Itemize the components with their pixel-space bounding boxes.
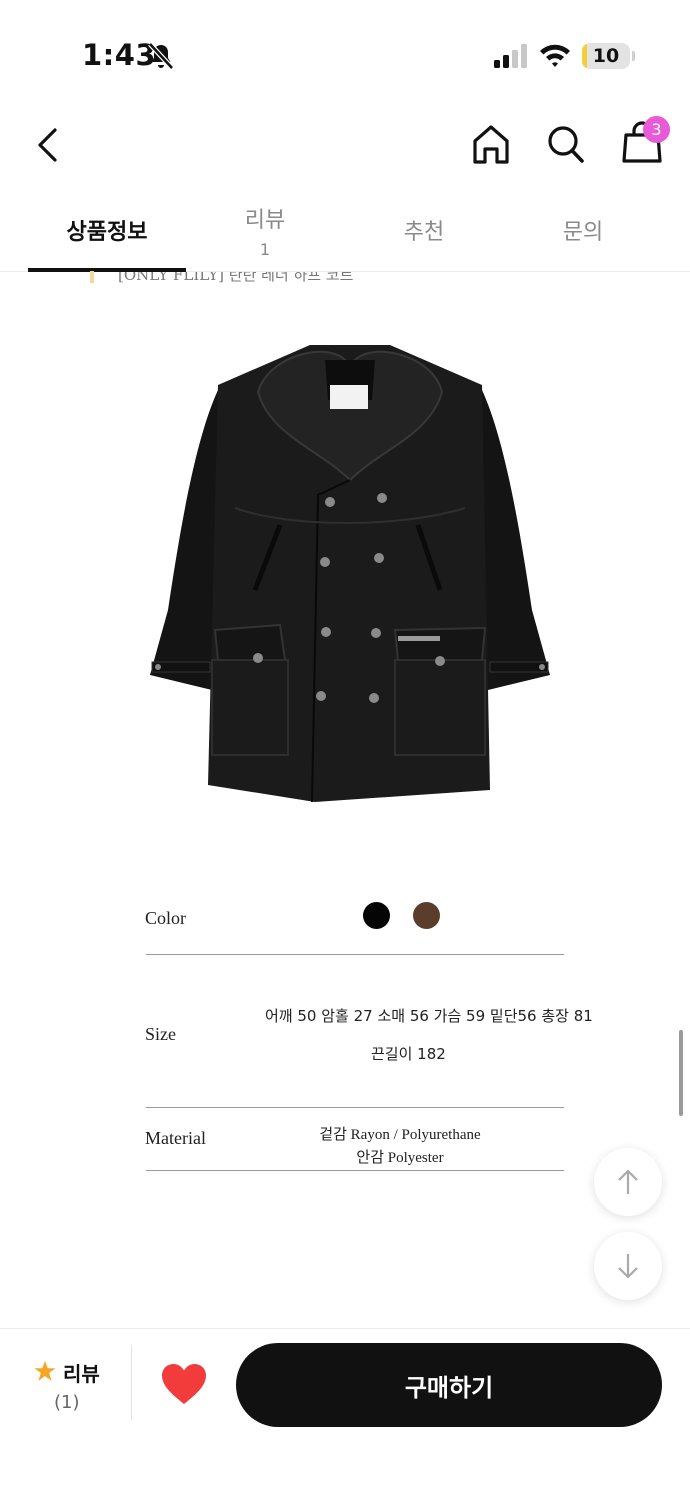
scrollbar[interactable] bbox=[679, 1030, 683, 1116]
tab-label: 상품정보 bbox=[66, 220, 148, 245]
top-navigation bbox=[0, 100, 690, 190]
material-label: Material bbox=[145, 1128, 206, 1148]
review-summary-button[interactable]: 리뷰 (1) bbox=[28, 1356, 108, 1426]
review-label: 리뷰 bbox=[63, 1362, 100, 1386]
tab-label: 문의 bbox=[562, 220, 604, 245]
battery-percent: 10 bbox=[592, 45, 620, 67]
tab-label: 리뷰 bbox=[244, 208, 286, 233]
battery-tip bbox=[632, 51, 635, 61]
status-bar: 1:43 10 bbox=[0, 0, 690, 100]
product-image-leather-coat[interactable] bbox=[140, 330, 560, 810]
color-swatch-brown[interactable] bbox=[413, 902, 440, 929]
color-swatch-black[interactable] bbox=[363, 902, 390, 929]
cellular-signal-icon bbox=[494, 44, 527, 68]
color-label: Color bbox=[145, 908, 187, 928]
wifi-icon bbox=[540, 44, 570, 67]
spec-divider bbox=[146, 1107, 564, 1108]
back-button[interactable] bbox=[28, 122, 68, 168]
spec-divider bbox=[146, 954, 564, 955]
bottom-bar-divider bbox=[131, 1345, 132, 1420]
caption-marker bbox=[90, 271, 94, 283]
tab-review-count: 1 bbox=[259, 240, 271, 259]
arrow-up-icon bbox=[618, 1169, 638, 1194]
product-tabs: 상품정보 리뷰 1 추천 문의 bbox=[0, 190, 690, 272]
strap-length: 끈길이 182 bbox=[371, 1045, 446, 1063]
scroll-to-top-button[interactable] bbox=[594, 1148, 662, 1216]
star-icon bbox=[34, 1360, 56, 1381]
tab-reviews[interactable]: 리뷰 1 bbox=[186, 190, 344, 272]
scroll-to-bottom-button[interactable] bbox=[594, 1232, 662, 1300]
tab-inquiry[interactable]: 문의 bbox=[504, 190, 662, 272]
search-icon[interactable] bbox=[545, 122, 587, 166]
home-icon[interactable] bbox=[470, 122, 512, 166]
active-tab-indicator bbox=[28, 268, 186, 272]
material-outer: 겉감 Rayon / Polyurethane bbox=[319, 1127, 481, 1143]
size-measurements: 어깨 50 암홀 27 소매 56 가슴 59 밑단56 총장 81 bbox=[265, 1007, 593, 1025]
tab-product-info[interactable]: 상품정보 bbox=[28, 190, 186, 272]
spec-divider bbox=[146, 1170, 564, 1171]
buy-now-button[interactable]: 구매하기 bbox=[236, 1343, 662, 1427]
chevron-left-icon bbox=[38, 128, 57, 162]
cart-count-badge: 3 bbox=[643, 116, 670, 143]
bell-muted-icon bbox=[148, 42, 174, 70]
review-count: (1) bbox=[54, 1392, 80, 1413]
size-label: Size bbox=[145, 1024, 176, 1044]
battery-indicator: 10 bbox=[582, 43, 630, 69]
arrow-down-icon bbox=[618, 1254, 638, 1279]
tab-label: 추천 bbox=[403, 220, 445, 245]
material-lining: 안감 Polyester bbox=[356, 1150, 444, 1166]
heart-icon[interactable] bbox=[160, 1362, 208, 1406]
tab-recommend[interactable]: 추천 bbox=[344, 190, 504, 272]
status-time: 1:43 bbox=[82, 38, 157, 72]
